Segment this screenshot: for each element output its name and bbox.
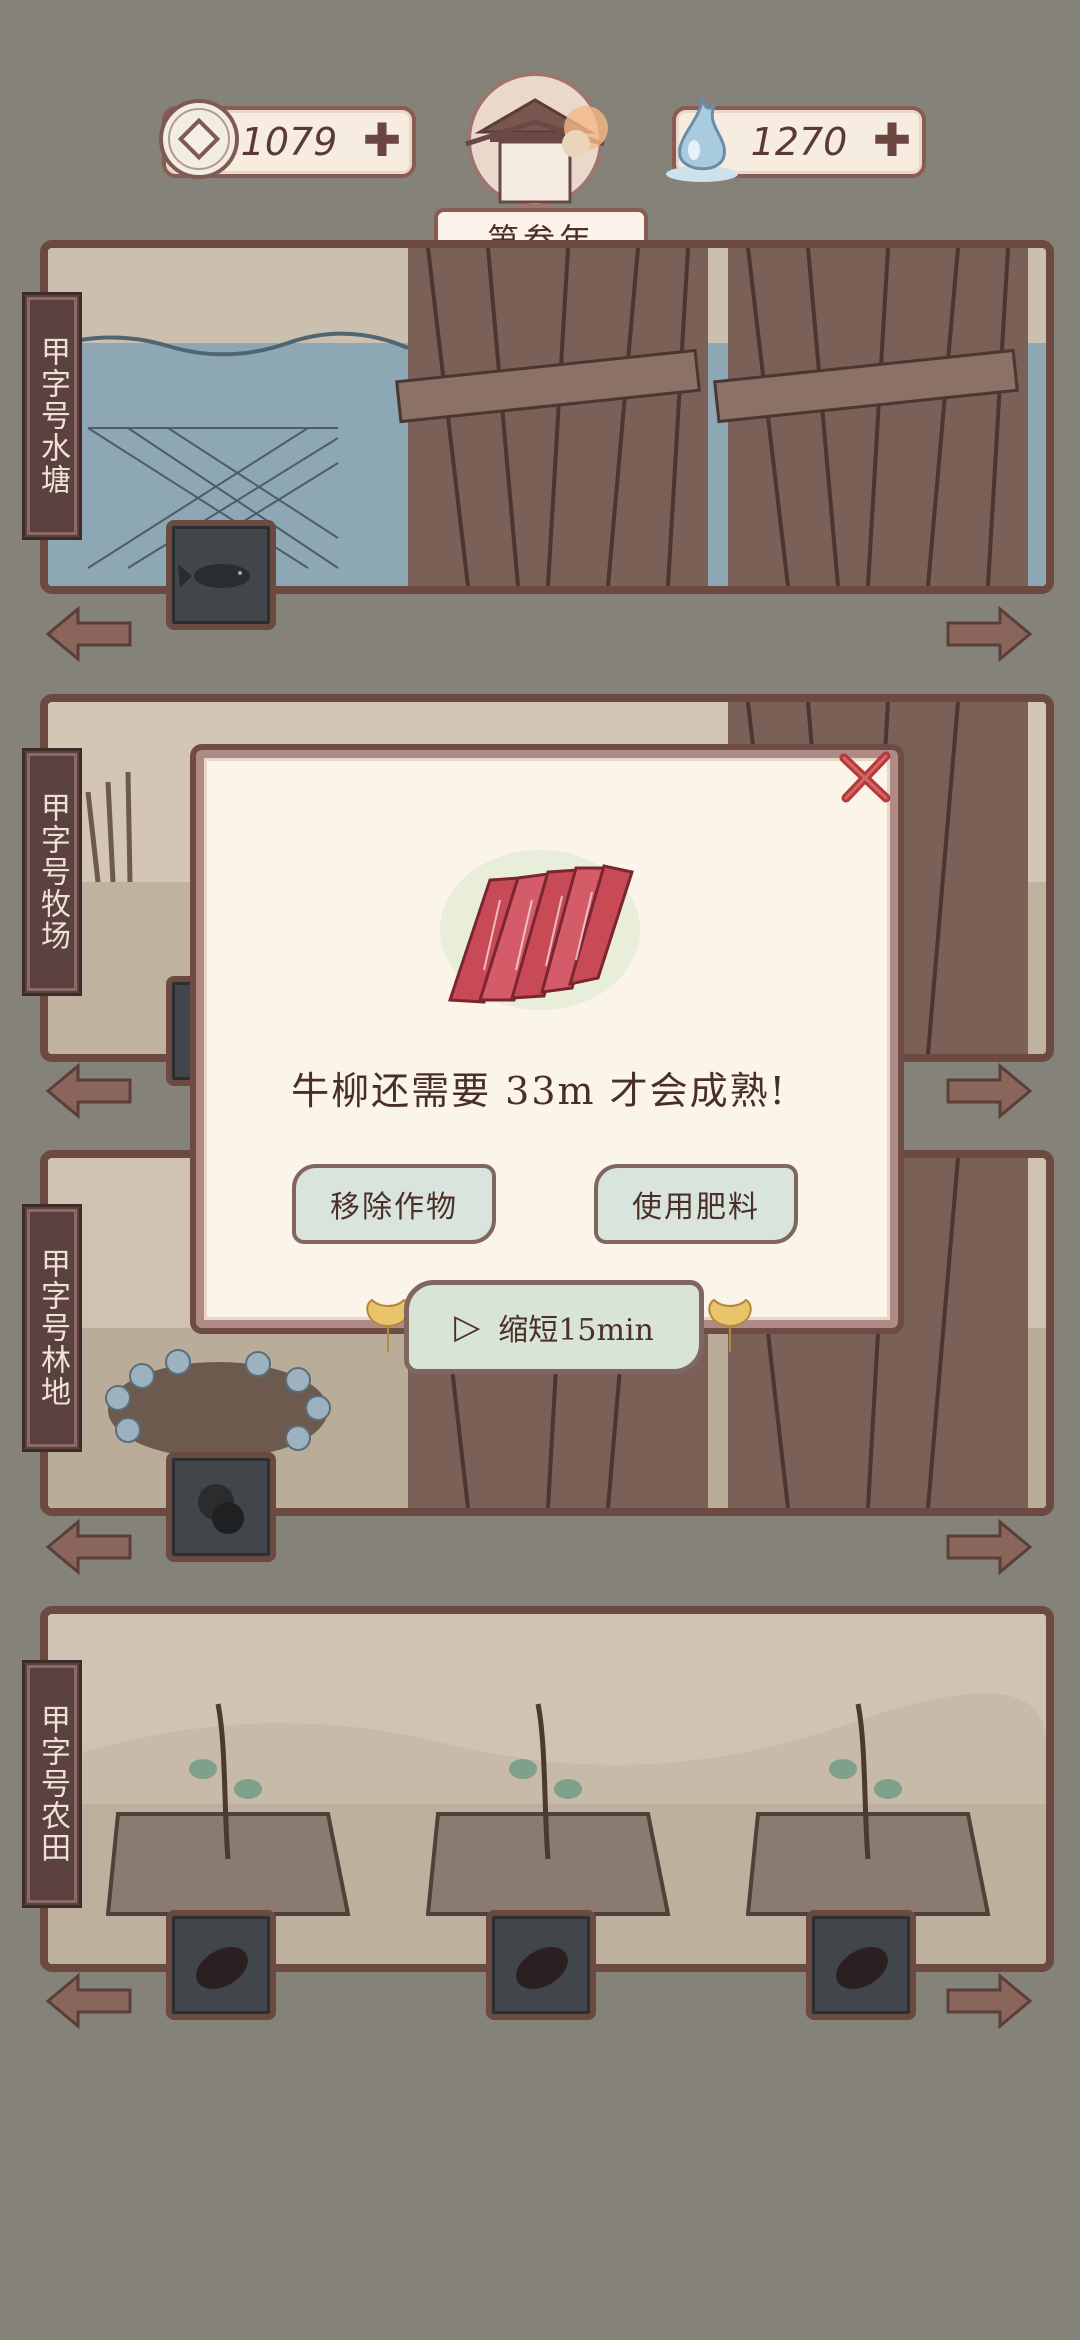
coin-counter: 1079 ✚	[159, 99, 416, 179]
water-drop-icon	[666, 97, 738, 182]
temple-emblem-icon	[465, 72, 608, 208]
sweet-potato-icon	[516, 1947, 568, 1989]
farmland-slot-3[interactable]	[806, 1910, 916, 2020]
remove-crop-button[interactable]: 移除作物	[292, 1164, 496, 1244]
water-amount: 1270	[750, 120, 848, 164]
plot-label-pond: 甲字号水塘	[22, 292, 82, 540]
speed-up-ad-button[interactable]: ▷ 缩短15min	[404, 1280, 704, 1374]
farmland-slot-2[interactable]	[486, 1910, 596, 2020]
ranch-prev-arrow[interactable]	[44, 1062, 134, 1120]
woodland-slot[interactable]	[166, 1452, 276, 1562]
sweet-potato-icon	[836, 1947, 888, 1989]
chestnut-icon	[198, 1484, 244, 1534]
play-icon: ▷	[454, 1307, 481, 1347]
plot-label-woodland: 甲字号林地	[22, 1204, 82, 1452]
beef-fillet-icon	[440, 850, 640, 1010]
sweet-potato-icon	[196, 1947, 248, 1989]
close-icon[interactable]	[836, 748, 894, 806]
speed-up-label: 缩短15min	[498, 1313, 654, 1348]
ranch-next-arrow[interactable]	[944, 1062, 1034, 1120]
farmland-slot-1[interactable]	[166, 1910, 276, 2020]
farmland-prev-arrow[interactable]	[44, 1972, 134, 2030]
pond-slot[interactable]	[166, 520, 276, 630]
plot-label-ranch: 甲字号牧场	[22, 748, 82, 996]
plot-label-farmland: 甲字号农田	[22, 1660, 82, 1908]
add-coins-button[interactable]: ✚	[360, 113, 404, 167]
pond-next-arrow[interactable]	[944, 605, 1034, 663]
fish-icon	[178, 564, 250, 588]
use-fertilizer-button[interactable]: 使用肥料	[594, 1164, 798, 1244]
ginkgo-leaf-right-icon	[708, 1298, 752, 1352]
woodland-prev-arrow[interactable]	[44, 1518, 134, 1576]
coin-amount: 1079	[240, 120, 338, 164]
crop-timer-message: 牛柳还需要 33m 才会成熟!	[291, 1069, 787, 1113]
farmland-next-arrow[interactable]	[944, 1972, 1034, 2030]
woodland-next-arrow[interactable]	[944, 1518, 1034, 1576]
water-counter: 1270 ✚	[666, 97, 926, 182]
pond-prev-arrow[interactable]	[44, 605, 134, 663]
add-water-button[interactable]: ✚	[870, 113, 914, 167]
